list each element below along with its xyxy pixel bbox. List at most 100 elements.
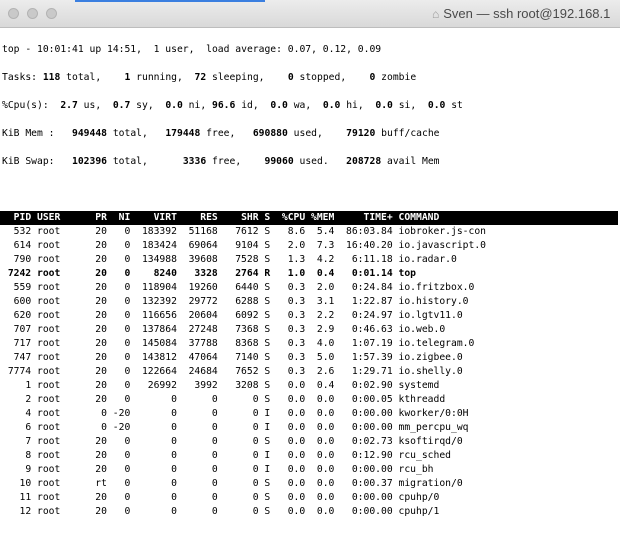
cell-time: 0:01.14 [351, 268, 393, 279]
table-row[interactable]: 717 root 20 0 145084 37788 8368 S 0.3 4.0 1:07.19 i… [2, 337, 618, 351]
column-header-res[interactable]: RES [177, 211, 218, 225]
cell-user: root [36, 240, 61, 251]
minimize-button[interactable] [27, 8, 38, 19]
cell-virt: 0 [171, 394, 177, 405]
cell-ni: 0 [124, 310, 131, 321]
cell-cpu: 2.0 [287, 240, 306, 251]
cell-cpu: 0.0 [287, 478, 306, 489]
cell-mem: 0.0 [316, 394, 335, 405]
cell-mem: 0.0 [316, 464, 335, 475]
cell-user: root [36, 352, 61, 363]
cell-time: 0:46.63 [351, 324, 393, 335]
cell-ni: 0 [124, 506, 131, 517]
window-titlebar[interactable]: ⌂ Sven — ssh root@192.168.1 [0, 0, 620, 28]
cell-command: kthreadd [398, 394, 446, 405]
table-row[interactable]: 707 root 20 0 137864 27248 7368 S 0.3 2.9 0:46.63 i… [2, 323, 618, 337]
cell-command: cpuhp/1 [398, 506, 440, 517]
cell-time: 6:11.18 [351, 254, 393, 265]
cell-ni: 0 [124, 282, 131, 293]
table-row[interactable]: 2 root 20 0 0 0 0 S 0.0 0.0 0:00.05 kthreadd [2, 393, 618, 407]
cell-virt: 0 [171, 408, 177, 419]
column-header-command[interactable]: COMMAND [399, 211, 492, 225]
cell-res: 0 [211, 436, 218, 447]
cell-time: 1:57.39 [351, 352, 393, 363]
cell-pid: 707 [13, 324, 32, 335]
cell-user: root [36, 268, 61, 279]
table-row[interactable]: 7242 root 20 0 8240 3328 2764 R 1.0 0.4 0:01.14 top [2, 267, 618, 281]
cell-res: 51168 [188, 226, 218, 237]
table-row[interactable]: 4 root 0 -20 0 0 0 I 0.0 0.0 0:00.00 kworker/0:0H [2, 407, 618, 421]
cell-pr: 20 [95, 352, 107, 363]
cell-res: 3328 [194, 268, 218, 279]
table-row[interactable]: 559 root 20 0 118904 19260 6440 S 0.3 2.0 0:24.84 i… [2, 281, 618, 295]
table-row[interactable]: 11 root 20 0 0 0 0 S 0.0 0.0 0:00.00 cpuhp/0 [2, 491, 618, 505]
cell-pr: 20 [95, 268, 107, 279]
cell-command: io.fritzbox.0 [398, 282, 475, 293]
cell-cpu: 0.0 [287, 408, 306, 419]
column-header-ni[interactable]: NI [107, 211, 131, 225]
cell-virt: 0 [171, 506, 177, 517]
cell-shr: 0 [252, 506, 259, 517]
table-row[interactable]: 6 root 0 -20 0 0 0 I 0.0 0.0 0:00.00 mm_percpu_wq [2, 421, 618, 435]
column-header-cpu[interactable]: %CPU [270, 211, 305, 225]
cell-user: root [36, 464, 61, 475]
cell-pr: 20 [95, 310, 107, 321]
table-row[interactable]: 7774 root 20 0 122664 24684 7652 S 0.3 2.6 1:29.71… [2, 365, 618, 379]
cell-time: 0:00.00 [351, 492, 393, 503]
column-header-mem[interactable]: %MEM [305, 211, 334, 225]
table-row[interactable]: 620 root 20 0 116656 20604 6092 S 0.3 2.2 0:24.97 i… [2, 309, 618, 323]
cell-ni: 0 [124, 296, 131, 307]
table-row[interactable]: 600 root 20 0 132392 29772 6288 S 0.3 3.1 1:22.87 i… [2, 295, 618, 309]
cell-cpu: 0.0 [287, 450, 306, 461]
table-row[interactable]: 614 root 20 0 183424 69064 9104 S 2.0 7.3 16:40.20… [2, 239, 618, 253]
cell-command: io.shelly.0 [398, 366, 463, 377]
cell-user: root [36, 436, 61, 447]
cell-pr: 20 [95, 282, 107, 293]
table-row[interactable]: 1 root 20 0 26992 3992 3208 S 0.0 0.4 0:02.90 syste… [2, 379, 618, 393]
cell-user: root [36, 282, 61, 293]
cell-ni: 0 [124, 352, 131, 363]
column-header-shr[interactable]: SHR [218, 211, 259, 225]
column-header-user[interactable]: USER [37, 211, 89, 225]
cell-shr: 0 [252, 492, 259, 503]
cell-pr: 20 [95, 324, 107, 335]
cell-command: top [398, 268, 417, 279]
cell-pr: 20 [95, 254, 107, 265]
cell-ni: 0 [124, 394, 131, 405]
terminal[interactable]: top - 10:01:41 up 14:51, 1 user, load av… [0, 29, 618, 533]
cell-res: 29772 [188, 296, 218, 307]
process-table[interactable]: PID USER PR NI VIRT RES SHR S %CPU %MEM TIME+ COMMA… [0, 211, 618, 519]
table-row[interactable]: 8 root 20 0 0 0 0 I 0.0 0.0 0:12.90 rcu_sched [2, 449, 618, 463]
close-button[interactable] [8, 8, 19, 19]
table-row[interactable]: 747 root 20 0 143812 47064 7140 S 0.3 5.0 1:57.39 i… [2, 351, 618, 365]
cell-mem: 0.0 [316, 478, 335, 489]
table-row[interactable]: 532 root 20 0 183392 51168 7612 S 8.6 5.4 86:03.84… [2, 225, 618, 239]
cell-pid: 559 [13, 282, 32, 293]
column-header-pid[interactable]: PID [2, 211, 32, 225]
column-header-virt[interactable]: VIRT [130, 211, 177, 225]
table-row[interactable]: 12 root 20 0 0 0 0 S 0.0 0.0 0:00.00 cpuhp/1 [2, 505, 618, 519]
table-header: PID USER PR NI VIRT RES SHR S %CPU %MEM TIME+ COMMA… [0, 211, 618, 225]
window-title: ⌂ Sven — ssh root@192.168.1 [432, 6, 610, 21]
cell-time: 86:03.84 [346, 226, 393, 237]
cell-ni: 0 [124, 226, 131, 237]
zoom-button[interactable] [46, 8, 57, 19]
cell-res: 0 [211, 394, 218, 405]
cell-mem: 4.2 [316, 254, 335, 265]
column-header-time[interactable]: TIME+ [334, 211, 393, 225]
table-row[interactable]: 790 root 20 0 134988 39608 7528 S 1.3 4.2 6:11.18 i… [2, 253, 618, 267]
tasks-line: Tasks: 118 total, 1 running, 72 sleeping… [2, 72, 417, 83]
cell-ni: -20 [112, 422, 131, 433]
cell-pr: 20 [95, 394, 107, 405]
table-row[interactable]: 7 root 20 0 0 0 0 S 0.0 0.0 0:02.73 ksoftirqd/0 [2, 435, 618, 449]
cell-shr: 0 [252, 422, 259, 433]
cell-user: root [36, 506, 61, 517]
table-row[interactable]: 10 root rt 0 0 0 0 S 0.0 0.0 0:00.37 migration/0 [2, 477, 618, 491]
window-title-text: Sven — ssh root@192.168.1 [443, 6, 611, 21]
cell-virt: 183424 [141, 240, 177, 251]
cell-ni: 0 [124, 268, 131, 279]
cell-mem: 0.0 [316, 408, 335, 419]
cell-command: kworker/0:0H [398, 408, 469, 419]
table-row[interactable]: 9 root 20 0 0 0 0 I 0.0 0.0 0:00.00 rcu_bh [2, 463, 618, 477]
column-header-pr[interactable]: PR [89, 211, 107, 225]
